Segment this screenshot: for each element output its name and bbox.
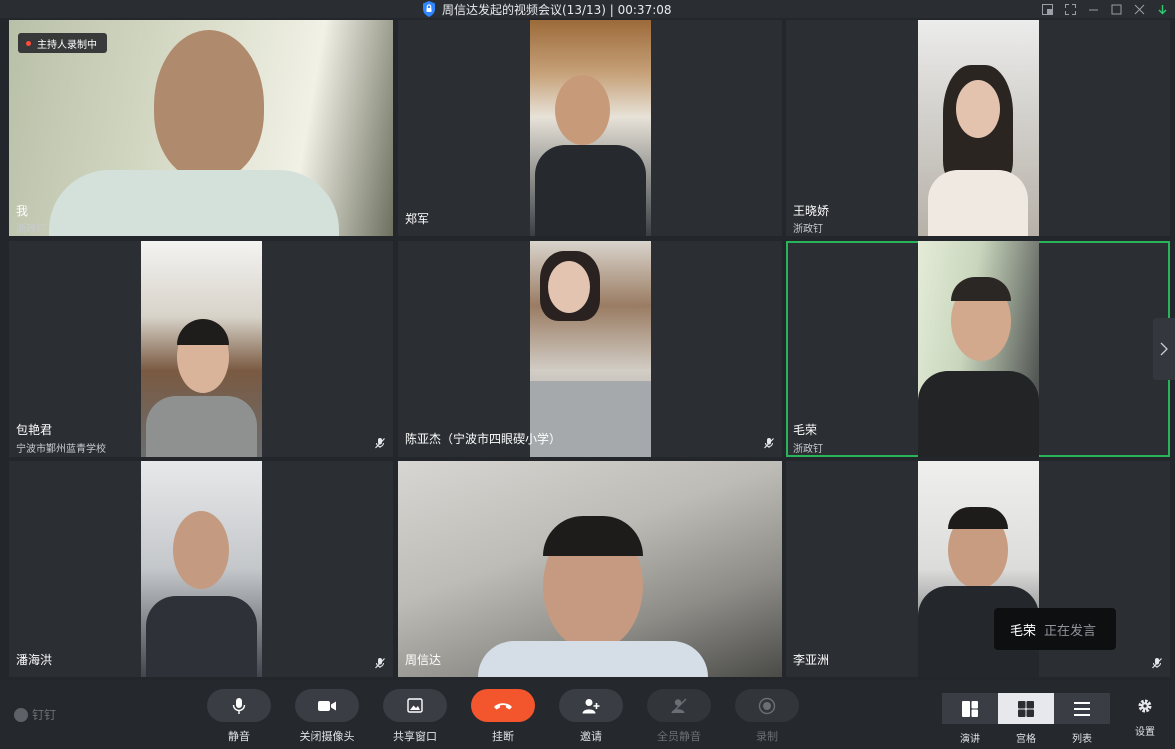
participant-name: 郑军 [405,212,430,226]
add-user-icon [582,698,600,713]
settings-label: 设置 [1135,727,1155,738]
video-feed [918,241,1039,457]
participant-name: 王晓娇 [793,204,830,218]
video-feed [141,241,262,457]
speaking-indicator: 毛荣 正在发言 [994,608,1116,650]
grid-layout-label: 宫格 [1016,734,1036,745]
speaking-name: 毛荣 [1010,623,1037,639]
close-icon[interactable] [1133,3,1146,16]
video-camera-icon [318,700,336,711]
participant-tile-chenyajie[interactable]: 陈亚杰（宁波市四眼碶小学） [398,241,782,457]
phone-hangup-icon [494,702,512,709]
participant-name: 陈亚杰（宁波市四眼碶小学） [405,432,562,446]
maximize-icon[interactable] [1110,3,1123,16]
share-window-button[interactable]: 共享窗口 [383,689,447,745]
participant-org: 浙政钉 [793,224,823,235]
mute-all-icon [671,698,687,713]
title-bar: 周信达发起的视频会议(13/13) | 00:37:08 [0,0,1175,18]
mic-muted-icon [1152,658,1162,669]
mic-muted-icon [375,438,385,449]
mic-muted-icon [764,438,774,449]
hangup-button[interactable]: 挂断 [471,689,535,745]
speaker-layout-icon [962,700,978,717]
speaker-layout-label: 演讲 [960,734,980,745]
video-feed [398,461,782,677]
grid-layout-icon [1018,700,1034,717]
participant-tile-baoyanjun[interactable]: 包艳君 宁波市鄞州蓝青学校 [9,241,393,457]
mic-muted-icon [375,658,385,669]
video-feed [530,241,651,457]
record-icon [758,697,776,714]
mute-all-label: 全员静音 [657,730,701,743]
participant-org: 浙政钉 [16,224,46,235]
record-dot-icon [26,40,31,46]
video-grid: 主持人录制中 我 浙政钉 郑军 王晓娇 浙政钉 包艳君 宁波市鄞州蓝青学校 陈亚… [9,20,1170,677]
title-text: 周信达发起的视频会议(13/13) | 00:37:08 [442,2,672,17]
video-feed [530,20,651,236]
meeting-title: 周信达发起的视频会议(13/13) | 00:37:08 [422,0,672,18]
invite-button[interactable]: 邀请 [559,689,623,745]
participant-tile-me[interactable]: 主持人录制中 我 浙政钉 [9,20,393,236]
pip-icon[interactable] [1041,3,1054,16]
participant-name: 毛荣 [793,423,818,437]
recording-label: 主持人录制中 [37,39,97,51]
participant-tile-zhengjun[interactable]: 郑军 [398,20,782,236]
layout-speaker-button[interactable]: 演讲 [942,693,998,749]
gear-icon [1138,699,1152,713]
participant-org: 宁波市鄞州蓝青学校 [16,444,106,455]
video-feed [141,461,262,677]
next-page-button[interactable] [1153,318,1175,380]
speaking-status: 正在发言 [1044,623,1097,639]
download-arrow-icon[interactable] [1156,3,1169,16]
list-layout-label: 列表 [1072,734,1092,745]
participant-name: 我 [16,204,29,218]
share-label: 共享窗口 [393,730,437,743]
microphone-icon [232,697,246,714]
camera-off-label: 关闭摄像头 [299,730,355,743]
recording-badge: 主持人录制中 [18,33,107,53]
mute-all-button[interactable]: 全员静音 [647,689,711,745]
record-label: 录制 [756,730,778,743]
share-screen-icon [407,698,423,713]
participant-name: 潘海洪 [16,653,53,667]
lock-icon [423,1,435,17]
mute-button[interactable]: 静音 [207,689,271,745]
invite-label: 邀请 [580,730,602,743]
chevron-right-icon [1160,342,1168,356]
participant-tile-panhaihong[interactable]: 潘海洪 [9,461,393,677]
participant-tile-maorong[interactable]: 毛荣 浙政钉 [786,241,1170,457]
participant-tile-wangxiaojiao[interactable]: 王晓娇 浙政钉 [786,20,1170,236]
record-button[interactable]: 录制 [735,689,799,745]
dingtalk-logo-icon [14,707,28,722]
fullscreen-icon[interactable] [1064,3,1077,16]
settings-button[interactable]: 设置 [1131,698,1159,738]
hangup-label: 挂断 [492,730,514,743]
brand-label: 钉钉 [32,708,57,722]
camera-off-button[interactable]: 关闭摄像头 [295,689,359,745]
layout-grid-button[interactable]: 宫格 [998,693,1054,749]
mute-label: 静音 [228,730,250,743]
participant-name: 周信达 [405,653,442,667]
meeting-toolbar: 钉钉 静音 关闭摄像头 共享窗口 挂断 邀请 全员静音 录制 演讲 宫格 列表 … [0,680,1175,749]
minimize-icon[interactable] [1087,3,1100,16]
layout-list-button[interactable]: 列表 [1054,693,1110,749]
list-layout-icon [1074,701,1090,716]
participant-name: 李亚洲 [793,653,830,667]
video-feed [918,20,1039,236]
participant-tile-zhouxinda[interactable]: 周信达 [398,461,782,677]
participant-org: 浙政钉 [793,444,823,455]
participant-name: 包艳君 [16,423,53,437]
dingtalk-brand: 钉钉 [14,706,56,723]
